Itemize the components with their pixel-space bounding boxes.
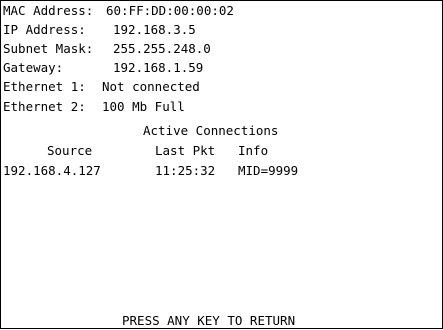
- subnet-mask-label: Subnet Mask:: [3, 41, 94, 56]
- column-header-source: Source: [47, 143, 93, 158]
- mac-address-row: MAC Address: 60:FF:DD:00:00:02: [3, 1, 234, 20]
- network-status-screen: MAC Address: 60:FF:DD:00:00:02 IP Addres…: [0, 0, 443, 329]
- connection-info: MID=9999: [238, 163, 299, 178]
- ethernet-2-row: Ethernet 2: 100 Mb Full: [3, 97, 185, 116]
- subnet-mask-row: Subnet Mask: 255.255.248.0: [3, 39, 211, 58]
- return-prompt[interactable]: PRESS ANY KEY TO RETURN: [122, 311, 295, 330]
- connection-last-pkt: 11:25:32: [155, 163, 216, 178]
- ethernet-1-label: Ethernet 1:: [3, 79, 86, 94]
- column-header-last-pkt: Last Pkt: [155, 143, 216, 158]
- ethernet-2-label: Ethernet 2:: [3, 99, 86, 114]
- ip-address-row: IP Address: 192.168.3.5: [3, 20, 196, 39]
- gateway-row: Gateway: 192.168.1.59: [3, 58, 203, 77]
- subnet-mask-value: 255.255.248.0: [113, 41, 211, 56]
- column-header-info: Info: [238, 143, 269, 158]
- mac-address-label: MAC Address:: [3, 3, 94, 18]
- ip-address-value: 192.168.3.5: [113, 22, 196, 37]
- connection-source: 192.168.4.127: [3, 163, 101, 178]
- ethernet-1-row: Ethernet 1: Not connected: [3, 77, 200, 96]
- ip-address-label: IP Address:: [3, 22, 86, 37]
- mac-address-value: 60:FF:DD:00:00:02: [106, 3, 234, 18]
- ethernet-1-status: Not connected: [102, 79, 200, 94]
- gateway-label: Gateway:: [3, 60, 64, 75]
- ethernet-2-status: 100 Mb Full: [102, 99, 185, 114]
- gateway-value: 192.168.1.59: [113, 60, 204, 75]
- active-connections-title: Active Connections: [143, 123, 279, 138]
